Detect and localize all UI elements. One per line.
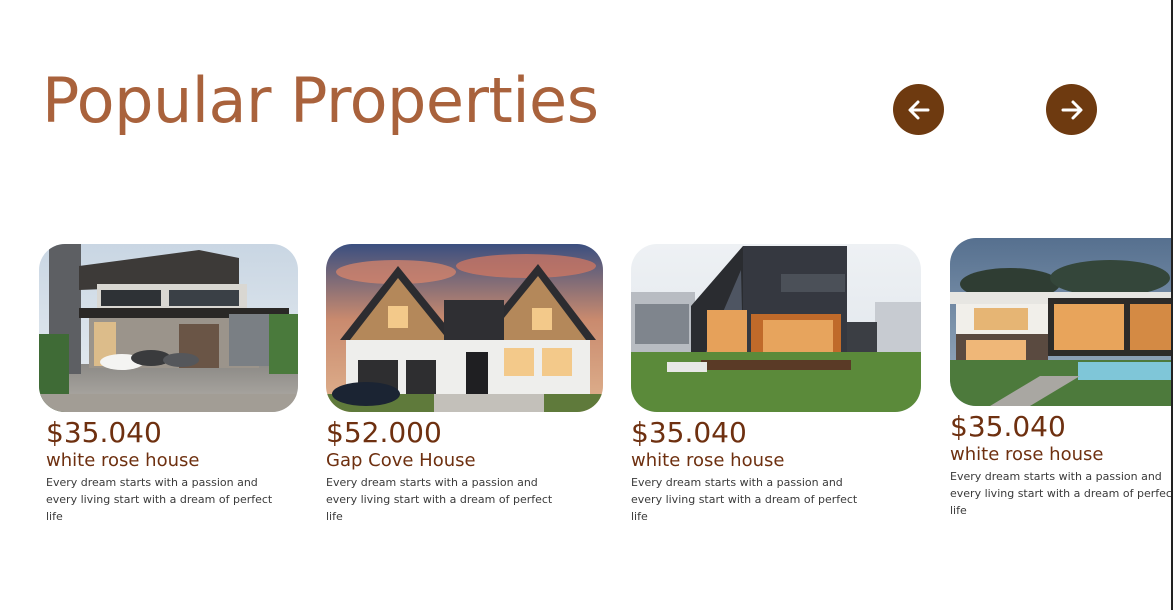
property-photo-modern-villa[interactable] <box>39 244 298 412</box>
property-card[interactable]: $35.040 white rose house Every dream sta… <box>39 244 299 534</box>
property-price: $35.040 <box>46 416 162 449</box>
property-name[interactable]: white rose house <box>950 444 1103 465</box>
arrow-right-icon <box>1061 100 1082 119</box>
property-price: $52.000 <box>326 416 442 449</box>
property-photo-dark-a-frame[interactable] <box>631 244 921 412</box>
property-photo-luxury-villa-pool[interactable] <box>950 238 1173 406</box>
property-name[interactable]: Gap Cove House <box>326 450 476 471</box>
property-card[interactable]: $35.040 white rose house Every dream sta… <box>631 244 921 534</box>
property-description: Every dream starts with a passion and ev… <box>631 476 858 523</box>
property-name[interactable]: white rose house <box>46 450 199 471</box>
property-description: Every dream starts with a passion and ev… <box>46 476 273 523</box>
property-price: $35.040 <box>631 416 747 449</box>
arrow-left-icon <box>908 100 929 119</box>
carousel-next-button[interactable] <box>1046 84 1097 135</box>
property-card[interactable]: $35.040 white rose house Every dream sta… <box>950 238 1173 528</box>
property-price: $35.040 <box>950 410 1066 443</box>
carousel-prev-button[interactable] <box>893 84 944 135</box>
property-description: Every dream starts with a passion and ev… <box>950 470 1173 517</box>
popular-properties-section: Popular Properties $35.040 white rose ho… <box>0 0 1173 610</box>
property-card[interactable]: $52.000 Gap Cove House Every dream start… <box>326 244 603 534</box>
property-photo-gabled-house[interactable] <box>326 244 603 412</box>
property-description: Every dream starts with a passion and ev… <box>326 476 553 523</box>
section-title: Popular Properties <box>42 64 599 137</box>
property-name[interactable]: white rose house <box>631 450 784 471</box>
